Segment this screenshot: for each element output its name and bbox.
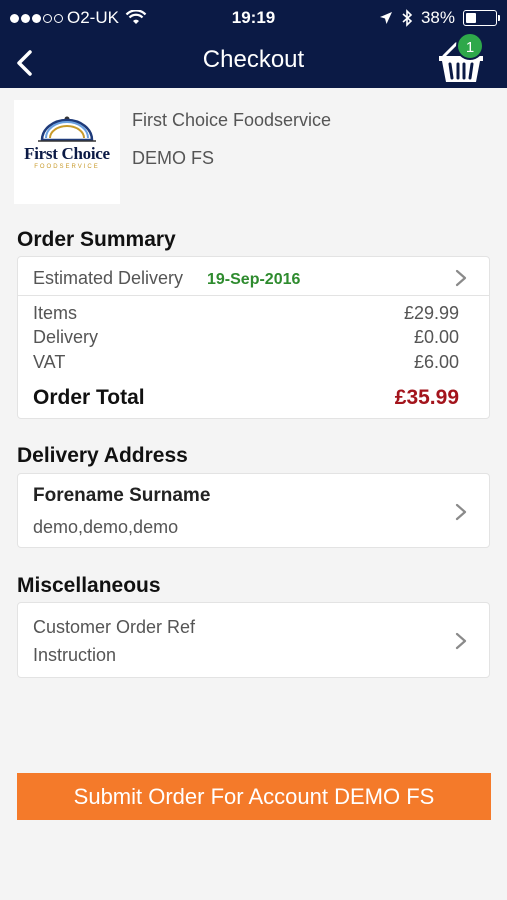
delivery-label: Delivery bbox=[33, 327, 99, 347]
submit-order-button[interactable]: Submit Order For Account DEMO FS bbox=[17, 773, 491, 820]
delivery-value: £0.00 bbox=[413, 327, 459, 347]
status-bar: O2-UK 19:19 38% bbox=[0, 0, 507, 36]
chevron-right-icon bbox=[455, 503, 467, 521]
customer-order-ref-label: Customer Order Ref bbox=[33, 617, 196, 637]
battery-icon bbox=[463, 10, 500, 26]
instruction-label: Instruction bbox=[33, 645, 117, 665]
miscellaneous-heading: Miscellaneous bbox=[17, 574, 161, 597]
location-arrow-icon bbox=[379, 12, 392, 24]
customer-name: First Choice Foodservice bbox=[132, 110, 332, 130]
battery-percent: 38% bbox=[420, 8, 455, 27]
address-line: demo,demo,demo bbox=[33, 517, 179, 537]
chevron-right-icon bbox=[455, 632, 467, 650]
delivery-address-heading: Delivery Address bbox=[17, 444, 188, 467]
order-summary-card: Estimated Delivery 19-Sep-2016 Items £29… bbox=[17, 256, 490, 419]
cart-count-badge: 1 bbox=[456, 32, 484, 60]
recipient-name: Forename Surname bbox=[33, 485, 211, 506]
items-label: Items bbox=[33, 303, 78, 323]
order-total-label: Order Total bbox=[33, 386, 145, 409]
order-total-value: £35.99 bbox=[394, 386, 459, 409]
nav-bar: Checkout bbox=[0, 36, 507, 88]
order-summary-heading: Order Summary bbox=[17, 228, 176, 251]
cloche-icon bbox=[38, 116, 96, 142]
estimated-delivery-label: Estimated Delivery bbox=[33, 268, 184, 288]
miscellaneous-card[interactable]: Customer Order Ref Instruction bbox=[17, 602, 490, 678]
items-value: £29.99 bbox=[403, 303, 459, 323]
customer-code: DEMO FS bbox=[132, 148, 215, 168]
bluetooth-icon bbox=[402, 9, 413, 27]
page-title: Checkout bbox=[202, 46, 305, 73]
estimated-delivery-date: 19-Sep-2016 bbox=[207, 271, 301, 288]
delivery-address-card[interactable]: Forename Surname demo,demo,demo bbox=[17, 473, 490, 548]
vat-value: £6.00 bbox=[413, 352, 459, 372]
estimated-delivery-row[interactable]: Estimated Delivery 19-Sep-2016 bbox=[18, 257, 489, 296]
logo-subtext: FOODSERVICE bbox=[34, 164, 100, 170]
customer-logo: First Choice FOODSERVICE bbox=[14, 100, 120, 204]
chevron-right-icon bbox=[455, 269, 467, 287]
logo-wordmark: First Choice bbox=[24, 144, 110, 163]
vat-label: VAT bbox=[33, 352, 66, 372]
